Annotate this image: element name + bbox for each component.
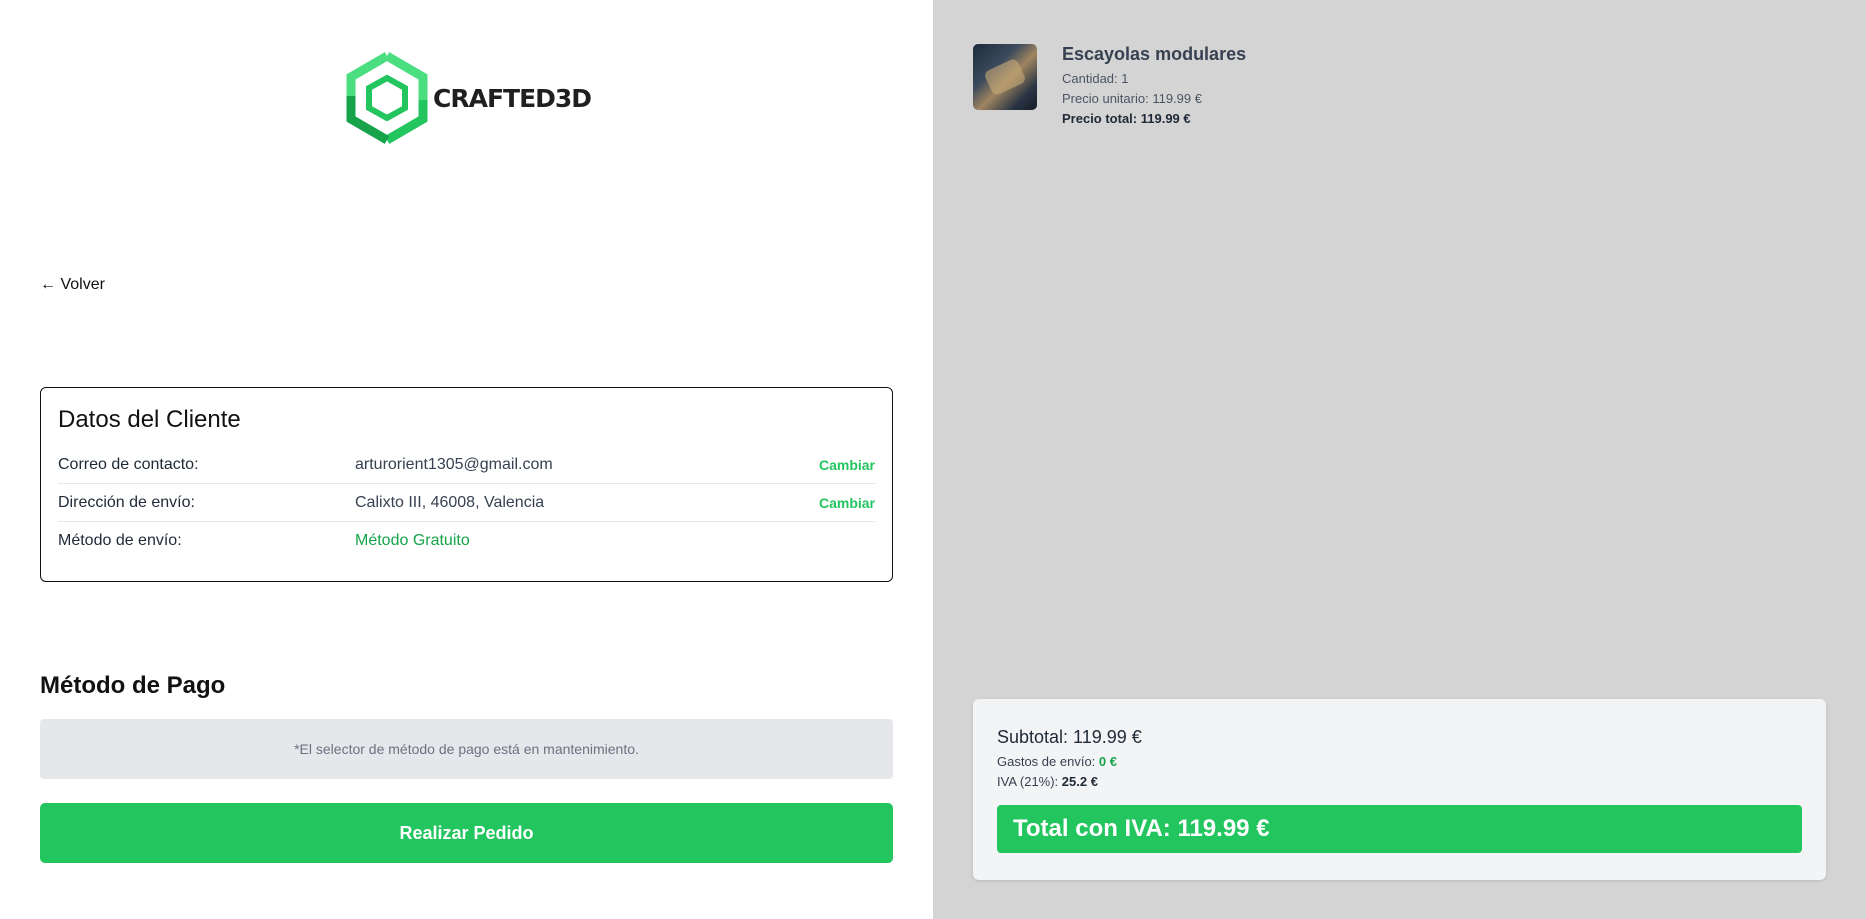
shipping-method-row: Método de envío: Método Gratuito: [58, 522, 875, 560]
brand-logo: CRAFTED3D: [343, 50, 592, 146]
client-data-card: Datos del Cliente Correo de contacto: ar…: [40, 387, 893, 582]
payment-method-title: Método de Pago: [40, 672, 226, 699]
contact-email-value: arturorient1305@gmail.com: [355, 455, 553, 473]
product-name: Escayolas modulares: [1062, 44, 1247, 64]
contact-email-label: Correo de contacto:: [58, 455, 199, 473]
brand-name: CRAFTED3D: [433, 83, 592, 113]
product-quantity: Cantidad: 1: [1062, 71, 1129, 86]
shipping-cost-value: 0 €: [1098, 754, 1117, 769]
tax: IVA (21%): 25.2 €: [997, 772, 1802, 792]
shipping-address-row: Dirección de envío: Calixto III, 46008, …: [58, 484, 875, 522]
shipping-method-label: Método de envío:: [58, 532, 182, 549]
product-total-price: Precio total: 119.99 €: [1062, 111, 1191, 126]
checkout-form-panel: CRAFTED3D ← Volver Datos del Cliente Cor…: [0, 0, 933, 919]
payment-maintenance-notice: *El selector de método de pago está en m…: [40, 719, 893, 779]
contact-email-row: Correo de contacto: arturorient1305@gmai…: [58, 446, 875, 484]
shipping-cost: Gastos de envío: 0 €: [997, 752, 1802, 772]
totals-card: Subtotal: 119.99 € Gastos de envío: 0 € …: [973, 699, 1826, 880]
cart-item: Escayolas modulares Cantidad: 1 Precio u…: [973, 44, 1246, 129]
subtotal: Subtotal: 119.99 €: [997, 727, 1142, 747]
tax-value: 25.2 €: [1061, 774, 1098, 789]
place-order-button[interactable]: Realizar Pedido: [40, 803, 893, 863]
grand-total: Total con IVA: 119.99 €: [997, 805, 1802, 853]
payment-notice-text: *El selector de método de pago está en m…: [294, 741, 639, 757]
back-link[interactable]: ← Volver: [40, 276, 105, 294]
shipping-address-label: Dirección de envío:: [58, 493, 195, 511]
change-email-link[interactable]: Cambiar: [819, 457, 875, 473]
shipping-cost-label: Gastos de envío:: [997, 754, 1099, 769]
grand-total-text: Total con IVA: 119.99 €: [1013, 815, 1270, 842]
client-data-title: Datos del Cliente: [58, 406, 241, 433]
hexagon-logo-icon: [346, 52, 428, 144]
product-info: Escayolas modulares Cantidad: 1 Precio u…: [1062, 44, 1246, 129]
shipping-address-value: Calixto III, 46008, Valencia: [355, 493, 545, 511]
product-unit-price: Precio unitario: 119.99 €: [1062, 91, 1202, 106]
change-address-link[interactable]: Cambiar: [819, 495, 875, 511]
shipping-method-value: Método Gratuito: [355, 532, 470, 549]
product-thumbnail: [973, 44, 1037, 110]
tax-label: IVA (21%):: [997, 774, 1062, 789]
